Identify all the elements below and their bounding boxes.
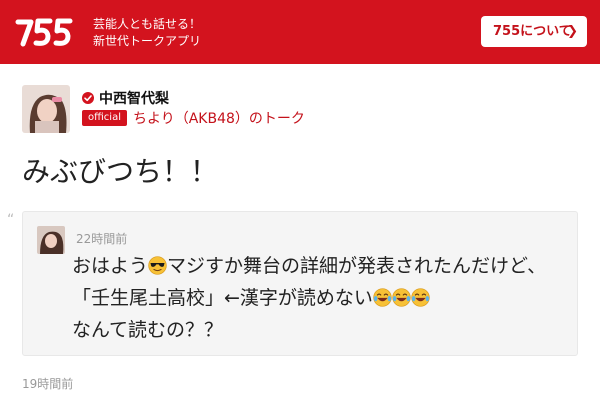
verified-check-icon [82, 92, 94, 104]
tears-of-joy-emoji [373, 285, 392, 307]
official-badge: official [82, 110, 127, 126]
quote-icon: “ [7, 212, 15, 228]
sunglasses-emoji [148, 253, 167, 275]
quoted-post-card[interactable]: 22時間前 おはよう マジすか舞台の詳細が発表されたんだけど、「壬生尾土高校」←漢… [22, 211, 578, 356]
avatar[interactable] [22, 85, 70, 133]
post-title: みぶびつち！！ [22, 155, 219, 188]
quoted-avatar[interactable] [37, 226, 65, 254]
quoted-text-part-3: なんて読むの？？ [72, 319, 224, 341]
quoted-timestamp: 22時間前 [76, 232, 128, 246]
chevron-right-icon: ❯ [567, 24, 578, 39]
about-755-label: 755について [493, 24, 572, 39]
quoted-message: おはよう マジすか舞台の詳細が発表されたんだけど、「壬生尾土高校」←漢字が読めない… [72, 250, 572, 346]
tagline-line-2: 新世代トークアプリ [93, 34, 202, 48]
post-timestamp: 19時間前 [22, 377, 74, 391]
tears-of-joy-emoji [392, 285, 411, 307]
quoted-text-part-1: おはよう [72, 255, 149, 277]
tagline: 芸能人とも話せる！ 新世代トークアプリ [93, 16, 201, 50]
tears-of-joy-emoji [411, 285, 430, 307]
user-name[interactable]: 中西智代梨 [99, 88, 169, 108]
tagline-line-1: 芸能人とも話せる！ [93, 17, 202, 31]
755-logo[interactable] [14, 14, 74, 50]
talk-title-link[interactable]: ちより（AKB48）のトーク [133, 108, 305, 128]
about-755-button[interactable]: 755について ❯ [481, 16, 587, 47]
app-header: 芸能人とも話せる！ 新世代トークアプリ 755について ❯ [0, 0, 600, 64]
